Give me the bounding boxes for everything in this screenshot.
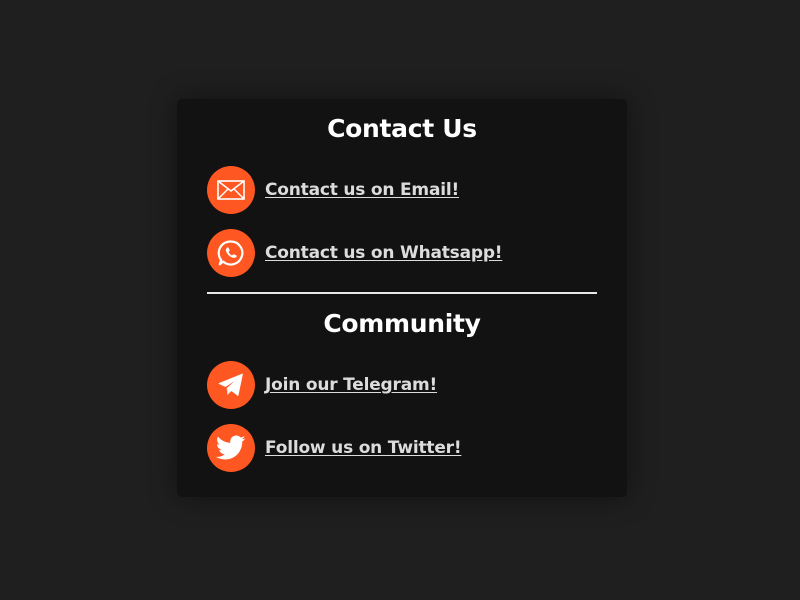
telegram-icon[interactable] [207, 361, 255, 409]
community-heading: Community [323, 309, 481, 338]
email-icon[interactable] [207, 166, 255, 214]
contact-whatsapp-link[interactable]: Contact us on Whatsapp! [265, 243, 503, 263]
community-twitter-row[interactable]: Follow us on Twitter! [207, 424, 462, 472]
contact-email-row[interactable]: Contact us on Email! [207, 166, 459, 214]
community-telegram-link[interactable]: Join our Telegram! [265, 375, 437, 395]
community-twitter-link[interactable]: Follow us on Twitter! [265, 438, 462, 458]
contact-card: Contact Us Contact us on Email! Contact … [177, 99, 627, 497]
contact-whatsapp-row[interactable]: Contact us on Whatsapp! [207, 229, 503, 277]
contact-us-heading: Contact Us [327, 114, 477, 143]
twitter-icon[interactable] [207, 424, 255, 472]
community-telegram-row[interactable]: Join our Telegram! [207, 361, 437, 409]
section-divider [207, 292, 597, 294]
whatsapp-icon[interactable] [207, 229, 255, 277]
contact-email-link[interactable]: Contact us on Email! [265, 180, 459, 200]
